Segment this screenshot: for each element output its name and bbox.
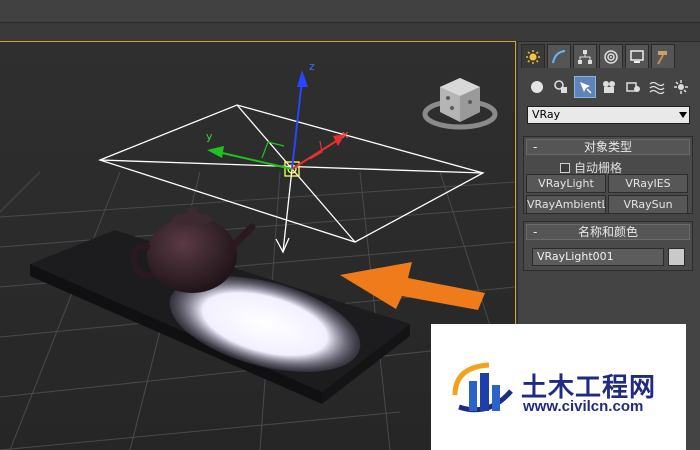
civilcn-logo-icon bbox=[452, 362, 513, 413]
axis-y-label: y bbox=[206, 130, 213, 143]
watermark-url: www.civilcn.com bbox=[523, 398, 644, 415]
wave-icon bbox=[649, 81, 665, 95]
motion-icon bbox=[604, 49, 618, 64]
name-color-title: 名称和颜色 bbox=[577, 225, 638, 239]
shapes-icon bbox=[554, 80, 567, 93]
category-lights[interactable] bbox=[574, 76, 596, 98]
create-sub-icons bbox=[526, 76, 692, 98]
curve-icon bbox=[552, 49, 566, 63]
camera-icon bbox=[603, 81, 615, 93]
secondary-toolbar bbox=[0, 23, 700, 42]
tab-hierarchy[interactable] bbox=[573, 44, 597, 68]
category-geometry[interactable] bbox=[526, 76, 548, 98]
axis-z-label: z bbox=[309, 60, 315, 73]
vraysun-button[interactable]: VRaySun bbox=[608, 195, 688, 214]
collapse-icon: - bbox=[533, 140, 538, 154]
category-dropdown[interactable]: VRay bbox=[527, 106, 690, 124]
light-icon bbox=[580, 82, 592, 94]
gear-icon bbox=[674, 80, 688, 94]
arrow-annotation-icon bbox=[340, 262, 485, 310]
vraylight-button[interactable]: VRayLight bbox=[526, 174, 606, 193]
name-color-rollout-header[interactable]: - 名称和颜色 bbox=[526, 224, 690, 240]
object-name-field[interactable]: VRayLight001 bbox=[532, 248, 664, 266]
main-toolbar bbox=[0, 0, 700, 23]
collapse-icon: - bbox=[533, 225, 538, 239]
chevron-down-icon bbox=[679, 112, 687, 118]
tab-utilities[interactable] bbox=[651, 44, 675, 68]
category-systems[interactable] bbox=[670, 76, 692, 98]
vrayambientlight-button[interactable]: VRayAmbientLight bbox=[526, 195, 606, 214]
viewcube-icon[interactable] bbox=[422, 78, 498, 130]
axis-x-label: x bbox=[342, 128, 349, 141]
tab-motion[interactable] bbox=[599, 44, 623, 68]
object-type-title: 对象类型 bbox=[583, 140, 632, 154]
hierarchy-icon bbox=[578, 49, 592, 64]
category-shapes[interactable] bbox=[550, 76, 572, 98]
transform-gizmo-icon[interactable] bbox=[207, 70, 345, 170]
category-dropdown-value: VRay bbox=[532, 108, 561, 121]
sphere-icon bbox=[531, 81, 543, 93]
tab-modify[interactable] bbox=[547, 44, 571, 68]
category-spacewarps[interactable] bbox=[646, 76, 668, 98]
object-color-swatch[interactable] bbox=[668, 248, 685, 266]
category-cameras[interactable] bbox=[598, 76, 620, 98]
vrayies-button[interactable]: VRayIES bbox=[608, 174, 688, 193]
tab-create[interactable] bbox=[521, 44, 545, 68]
hammer-icon bbox=[657, 50, 667, 64]
vray-light-plane[interactable] bbox=[98, 104, 485, 254]
object-type-rollout-header[interactable]: - 对象类型 bbox=[526, 139, 690, 155]
category-helpers[interactable] bbox=[622, 76, 644, 98]
panel-tabs bbox=[521, 44, 675, 68]
tab-display[interactable] bbox=[625, 44, 649, 68]
monitor-icon bbox=[630, 49, 644, 63]
autogrid-checkbox[interactable] bbox=[560, 162, 570, 173]
helper-icon bbox=[626, 82, 640, 92]
watermark-panel: 土木工程网 www.civilcn.com bbox=[431, 324, 686, 450]
sun-icon bbox=[526, 49, 540, 64]
